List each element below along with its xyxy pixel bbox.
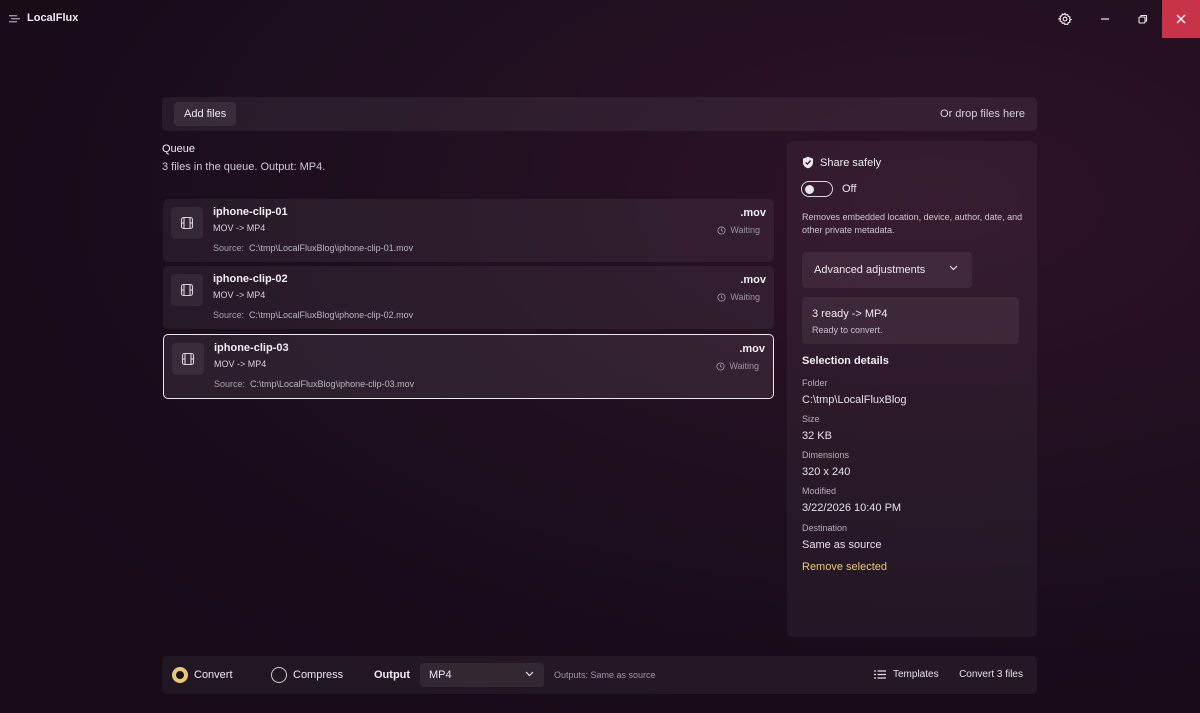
output-format-value: MP4 [429, 669, 452, 681]
app-title: LocalFlux [27, 12, 79, 24]
share-safely-description: Removes embedded location, device, autho… [802, 212, 1023, 235]
advanced-adjustments-dropdown[interactable]: Advanced adjustments [802, 252, 972, 288]
file-extension: .mov [739, 343, 765, 355]
queue-title: Queue [162, 143, 196, 155]
minimize-button[interactable] [1086, 0, 1124, 38]
queue-summary: 3 files in the queue. Output: MP4. [162, 161, 326, 173]
file-source: Source: C:\tmp\LocalFluxBlog\iphone-clip-… [213, 243, 413, 253]
convert-radio[interactable] [172, 667, 188, 683]
source-path: C:\tmp\LocalFluxBlog\iphone-clip-02.mov [249, 310, 414, 320]
file-status: Waiting [716, 361, 759, 371]
clock-icon [717, 292, 726, 302]
action-bar: Convert Compress Output MP4 Outputs: Sam… [162, 656, 1037, 694]
advanced-adjustments-label: Advanced adjustments [814, 264, 926, 276]
source-label: Source: [214, 379, 246, 389]
title-bar: LocalFlux [0, 0, 1200, 38]
file-name: iphone-clip-01 [213, 206, 288, 218]
templates-button[interactable]: Templates [874, 669, 939, 680]
compress-radio[interactable] [271, 667, 287, 683]
file-thumbnail [171, 274, 203, 306]
queue-item[interactable]: iphone-clip-02 MOV -> MP4 Source: C:\tmp\… [163, 266, 774, 329]
file-source: Source: C:\tmp\LocalFluxBlog\iphone-clip-… [213, 310, 413, 320]
file-extension: .mov [740, 207, 766, 219]
selection-details-title: Selection details [802, 355, 889, 367]
close-button[interactable] [1162, 0, 1200, 38]
ready-subtitle: Ready to convert. [812, 325, 883, 335]
destination-value: Same as source [802, 539, 882, 551]
settings-button[interactable] [1046, 0, 1084, 38]
size-value: 32 KB [802, 430, 832, 442]
close-icon [1176, 14, 1186, 24]
modified-label: Modified [802, 486, 837, 496]
outputs-note: Outputs: Same as source [554, 670, 656, 680]
shield-icon [803, 156, 813, 169]
chevron-down-icon [949, 265, 958, 271]
compress-radio-label: Compress [293, 669, 344, 681]
drop-zone[interactable]: Add files Or drop files here [162, 97, 1037, 131]
queue-item[interactable]: iphone-clip-01 MOV -> MP4 Source: C:\tmp\… [163, 199, 774, 262]
output-label: Output [374, 669, 411, 681]
dimensions-label: Dimensions [802, 450, 850, 460]
status-text: Waiting [729, 361, 759, 371]
film-icon [181, 352, 195, 366]
output-format-select[interactable]: MP4 [420, 663, 544, 687]
source-path: C:\tmp\LocalFluxBlog\iphone-clip-03.mov [250, 379, 415, 389]
source-path: C:\tmp\LocalFluxBlog\iphone-clip-01.mov [249, 243, 414, 253]
chevron-down-icon [525, 671, 534, 677]
templates-label: Templates [893, 669, 939, 680]
file-name: iphone-clip-03 [214, 342, 289, 354]
convert-files-button[interactable]: Convert 3 files [959, 669, 1023, 680]
modified-value: 3/22/2026 10:40 PM [802, 502, 902, 514]
details-panel: Share safely Off Removes embedded locati… [787, 141, 1037, 637]
restore-icon [1138, 14, 1148, 24]
file-conversion: MOV -> MP4 [213, 223, 266, 233]
list-icon [874, 670, 886, 679]
share-safely-title: Share safely [820, 157, 882, 169]
clock-icon [717, 225, 726, 235]
add-files-button[interactable]: Add files [174, 102, 237, 126]
file-status: Waiting [717, 292, 760, 302]
file-status: Waiting [717, 225, 760, 235]
folder-label: Folder [802, 378, 828, 388]
ready-summary: 3 ready -> MP4 Ready to convert. [802, 297, 1019, 344]
folder-value: C:\tmp\LocalFluxBlog [802, 394, 907, 406]
remove-selected-link[interactable]: Remove selected [802, 561, 887, 573]
file-conversion: MOV -> MP4 [214, 359, 267, 369]
clock-icon [716, 361, 725, 371]
share-safely-toggle[interactable] [801, 181, 833, 197]
file-conversion: MOV -> MP4 [213, 290, 266, 300]
status-text: Waiting [730, 292, 760, 302]
file-thumbnail [172, 343, 204, 375]
toggle-state-label: Off [842, 183, 857, 195]
queue-item-selected[interactable]: iphone-clip-03 MOV -> MP4 Source: C:\tmp\… [163, 334, 774, 399]
destination-label: Destination [802, 523, 848, 533]
file-extension: .mov [740, 274, 766, 286]
dimensions-value: 320 x 240 [802, 466, 851, 478]
file-thumbnail [171, 207, 203, 239]
size-label: Size [802, 414, 820, 424]
minimize-icon [1101, 18, 1109, 20]
toggle-knob [805, 184, 814, 194]
convert-radio-label: Convert [194, 669, 233, 681]
file-source: Source: C:\tmp\LocalFluxBlog\iphone-clip-… [214, 379, 414, 389]
film-icon [180, 283, 194, 297]
film-icon [180, 216, 194, 230]
ready-title: 3 ready -> MP4 [812, 308, 888, 320]
source-label: Source: [213, 243, 245, 253]
file-name: iphone-clip-02 [213, 273, 288, 285]
drop-hint: Or drop files here [940, 108, 1025, 120]
source-label: Source: [213, 310, 245, 320]
app-logo-icon [9, 15, 20, 23]
restore-button[interactable] [1124, 0, 1162, 38]
gear-icon [1058, 12, 1072, 26]
status-text: Waiting [730, 225, 760, 235]
